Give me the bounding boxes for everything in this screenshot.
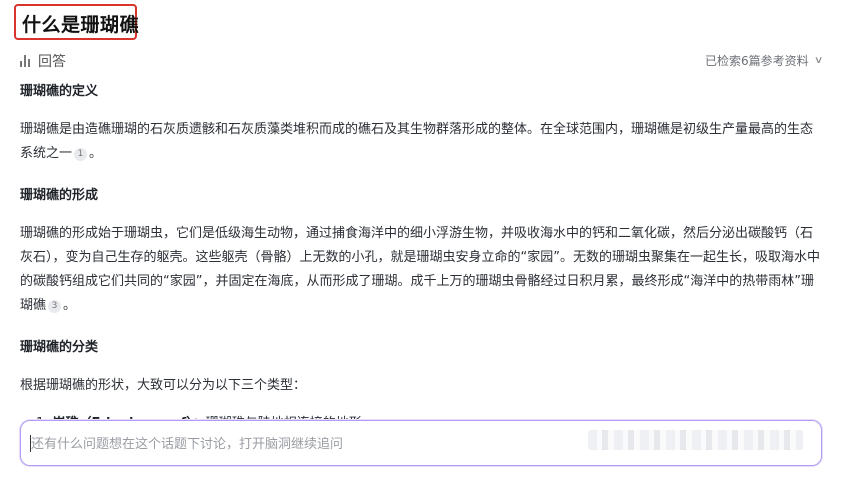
section-paragraph: 珊瑚礁是由造礁珊瑚的石灰质遗骸和石灰质藻类堆积而成的礁石及其生物群落形成的整体。… bbox=[20, 122, 814, 161]
blurred-overlay bbox=[588, 430, 803, 450]
search-references-toggle[interactable]: 已检索6篇参考资料 ∨ bbox=[705, 52, 824, 69]
citation-badge[interactable]: 1 bbox=[74, 148, 88, 161]
section-heading: 珊瑚礁的定义 bbox=[20, 84, 99, 99]
answer-content: 珊瑚礁的定义 珊瑚礁是由造礁珊瑚的石灰质遗骸和石灰质藻类堆积而成的礁石及其生物群… bbox=[20, 80, 820, 436]
section-heading: 珊瑚礁的形成 bbox=[20, 188, 99, 203]
section-heading: 珊瑚礁的分类 bbox=[20, 340, 99, 355]
citation-badge[interactable]: 3 bbox=[48, 300, 62, 313]
follow-up-input[interactable] bbox=[29, 433, 593, 455]
audio-bars-icon bbox=[20, 55, 32, 67]
section-paragraph: 珊瑚礁的形成始于珊瑚虫，它们是低级海生动物，通过捕食海洋中的细小浮游生物，并吸收… bbox=[20, 226, 820, 313]
search-references-label: 已检索6篇参考资料 bbox=[705, 54, 809, 68]
answer-header: 回答 bbox=[20, 51, 66, 71]
page-title: 什么是珊瑚礁 bbox=[22, 14, 140, 36]
answer-label: 回答 bbox=[38, 54, 66, 70]
section-paragraph: 根据珊瑚礁的形状，大致可以分为以下三个类型： bbox=[20, 378, 307, 393]
chevron-down-icon: ∨ bbox=[813, 55, 824, 66]
